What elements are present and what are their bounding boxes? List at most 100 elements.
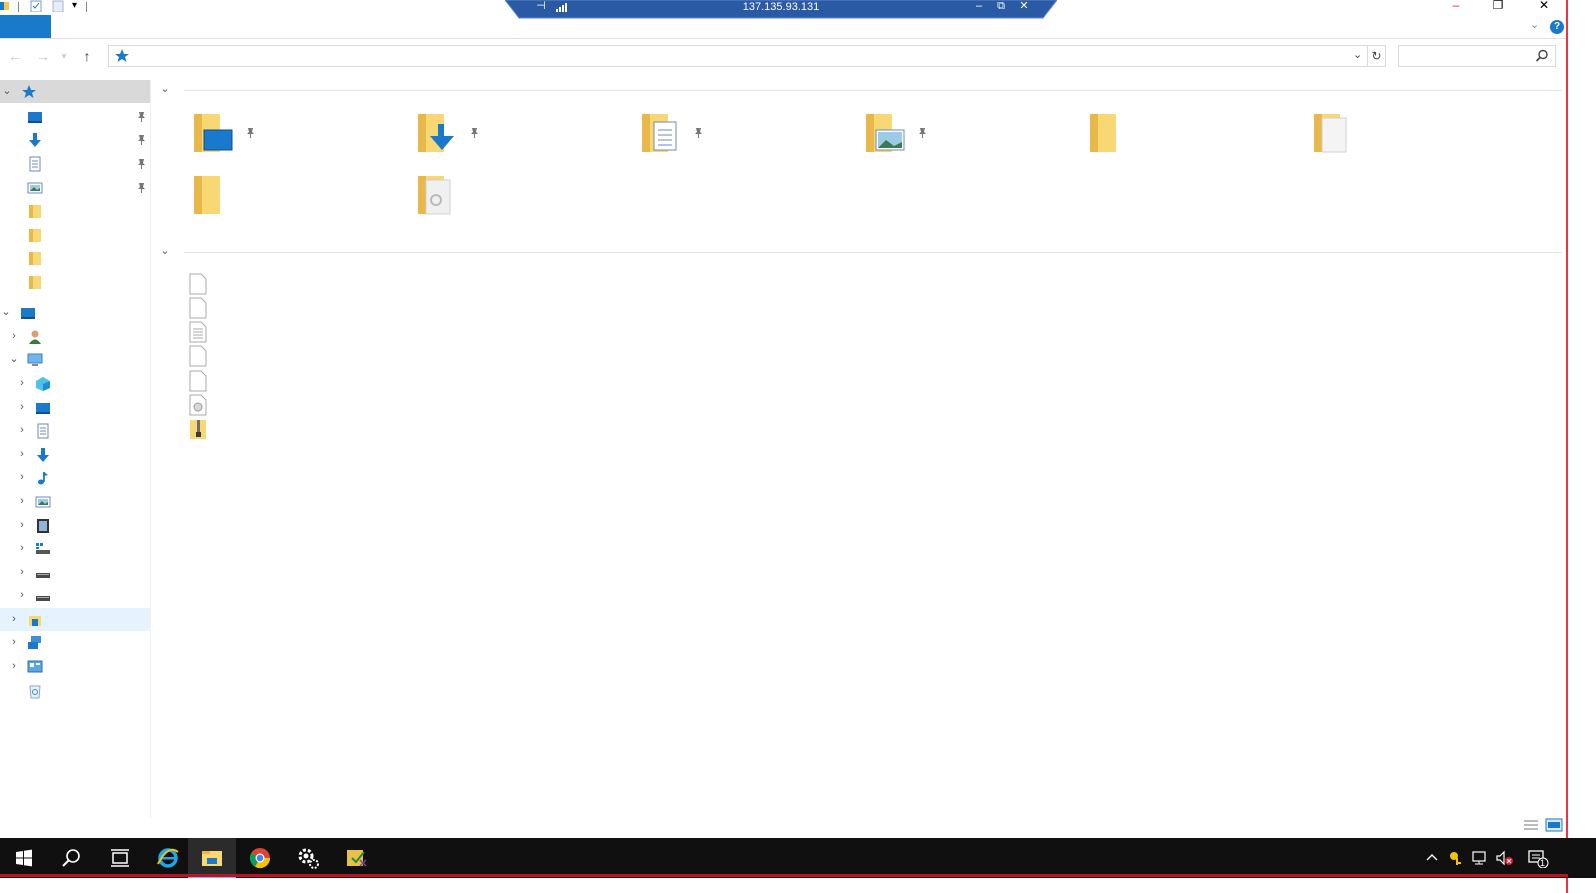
recent-files-toggle[interactable]: ⌄ [158, 244, 172, 258]
new-folder-icon[interactable] [52, 0, 64, 12]
volume-control[interactable] [1496, 838, 1514, 878]
expand-ribbon-icon[interactable]: ⌄ [1530, 18, 1539, 31]
expand-icon[interactable]: › [8, 659, 20, 673]
folder-tile[interactable] [1312, 112, 1392, 168]
chrome-button[interactable] [236, 838, 284, 878]
task-view-button[interactable] [96, 838, 144, 878]
show-hidden-icons[interactable] [1424, 838, 1442, 878]
recent-file-row[interactable] [188, 344, 488, 368]
refresh-button[interactable]: ↻ [1367, 46, 1385, 66]
collapse-icon[interactable]: ⌄ [0, 305, 12, 319]
folder-tile[interactable] [1088, 112, 1168, 168]
tree-videos[interactable]: › [0, 514, 150, 537]
restore-button[interactable]: ❐ [1488, 0, 1508, 12]
tree-qa-pictures[interactable] [0, 176, 150, 199]
search-input[interactable] [1399, 46, 1529, 66]
tree-qa-downloads[interactable] [0, 128, 150, 151]
pin-icon[interactable] [135, 133, 147, 145]
tree-pictures[interactable]: › [0, 490, 150, 513]
large-icons-view-icon[interactable] [1545, 818, 1563, 832]
minimize-button[interactable]: – [1446, 0, 1466, 12]
folder-tile-documents[interactable] [640, 112, 720, 168]
tree-computer[interactable]: ⌄ [0, 348, 150, 371]
recent-file-row[interactable] [188, 417, 488, 441]
rdp-minimize-button[interactable]: – [971, 0, 987, 14]
pin-icon[interactable] [135, 181, 147, 193]
tree-qa-folder[interactable] [0, 246, 150, 269]
frequent-folders-toggle[interactable]: ⌄ [158, 82, 172, 96]
recent-file-row[interactable] [188, 320, 488, 344]
folder-tile[interactable] [192, 174, 272, 230]
tree-this-pc[interactable]: ⌄ [0, 301, 150, 324]
folder-tile-downloads[interactable] [416, 112, 496, 168]
expand-icon[interactable]: › [8, 635, 20, 649]
folder-tile-pictures[interactable] [864, 112, 944, 168]
address-bar[interactable]: ⌄ ↻ [108, 45, 1386, 67]
customize-qat-icon[interactable]: ▾ [72, 0, 77, 11]
start-button[interactable] [0, 838, 48, 878]
expand-icon[interactable]: › [16, 447, 28, 461]
recent-locations-icon[interactable]: ▾ [58, 47, 70, 65]
tree-libraries[interactable]: › [0, 608, 150, 631]
pin-icon[interactable] [135, 110, 147, 122]
remote-tool-button[interactable] [332, 838, 380, 878]
file-explorer-button[interactable] [188, 838, 236, 878]
pane-splitter[interactable] [150, 80, 151, 818]
expand-icon[interactable]: › [16, 588, 28, 602]
tree-qa-folder[interactable] [0, 270, 150, 293]
rdp-close-button[interactable]: ✕ [1016, 0, 1032, 14]
pin-icon[interactable] [916, 126, 928, 138]
tree-os-drive[interactable]: › [0, 537, 150, 560]
details-view-icon[interactable] [1522, 818, 1540, 832]
folder-tile-desktop[interactable] [192, 112, 272, 168]
close-button[interactable]: ✕ [1534, 0, 1554, 12]
tree-music[interactable]: › [0, 466, 150, 489]
pin-icon[interactable] [692, 126, 704, 138]
tree-drive[interactable]: › [0, 584, 150, 607]
recent-file-row[interactable] [188, 393, 488, 417]
search-button[interactable] [48, 838, 96, 878]
tree-desktop[interactable]: › [0, 396, 150, 419]
internet-explorer-button[interactable] [144, 838, 192, 878]
tree-network[interactable]: › [0, 631, 150, 654]
tree-qa-documents[interactable] [0, 152, 150, 175]
rdp-restore-button[interactable]: ⧉ [993, 0, 1009, 14]
forward-button[interactable]: → [34, 47, 52, 65]
expand-icon[interactable]: › [16, 541, 28, 555]
tree-user[interactable]: › [0, 325, 150, 348]
expand-icon[interactable]: › [16, 518, 28, 532]
search-box[interactable] [1398, 45, 1556, 67]
tree-recycle-bin[interactable] [0, 679, 150, 702]
tree-control-panel[interactable]: › [0, 655, 150, 678]
expand-icon[interactable]: › [16, 470, 28, 484]
expand-icon[interactable]: › [16, 376, 28, 390]
tray-app[interactable] [1448, 838, 1466, 878]
action-center[interactable]: 1 [1528, 838, 1552, 878]
collapse-icon[interactable]: ⌄ [8, 352, 20, 366]
up-button[interactable]: ↑ [78, 47, 96, 65]
address-dropdown-icon[interactable]: ⌄ [1353, 48, 1365, 64]
tree-qa-folder[interactable] [0, 223, 150, 246]
expand-icon[interactable]: › [8, 329, 20, 343]
network-status[interactable] [1472, 838, 1490, 878]
back-button[interactable]: ← [6, 47, 24, 65]
settings-button[interactable] [284, 838, 332, 878]
expand-icon[interactable]: › [16, 565, 28, 579]
pin-icon[interactable] [468, 126, 480, 138]
expand-icon[interactable]: › [16, 400, 28, 414]
expand-icon[interactable]: › [16, 423, 28, 437]
tree-downloads[interactable]: › [0, 443, 150, 466]
tree-3d-objects[interactable]: › [0, 372, 150, 395]
tree-qa-desktop[interactable] [0, 105, 150, 128]
expand-icon[interactable]: › [8, 612, 20, 626]
recent-file-row[interactable] [188, 369, 488, 393]
help-icon[interactable]: ? [1550, 20, 1564, 34]
properties-icon[interactable] [30, 0, 42, 12]
tree-documents[interactable]: › [0, 419, 150, 442]
pin-icon[interactable] [244, 126, 256, 138]
tree-qa-folder[interactable] [0, 199, 150, 222]
collapse-icon[interactable]: ⌄ [1, 84, 13, 98]
expand-icon[interactable]: › [16, 494, 28, 508]
file-tab[interactable] [0, 15, 51, 38]
recent-file-row[interactable] [188, 272, 488, 296]
